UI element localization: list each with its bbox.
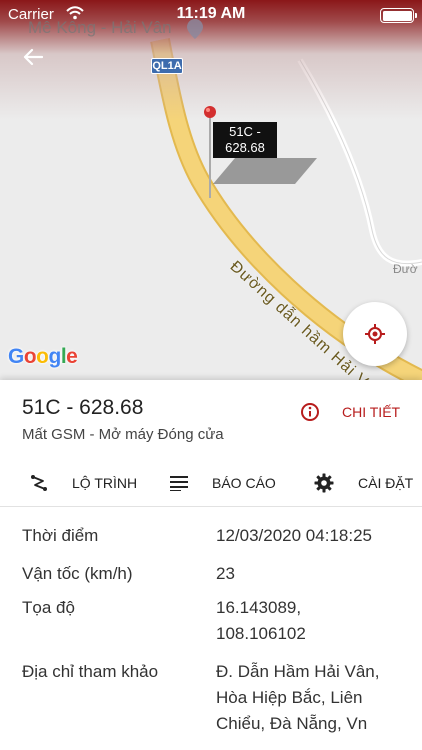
status-time: 11:19 AM [176,5,246,22]
info-circle-icon [301,403,319,421]
route-button[interactable]: LỘ TRÌNH [30,458,137,508]
gps-target-icon [365,324,385,344]
info-key: Địa chỉ tham khảo [22,662,159,681]
info-value: 12/03/2020 04:18:25 [216,526,372,545]
info-value: 23 [216,564,235,583]
report-button[interactable]: BÁO CÁO [170,458,276,508]
info-row-time: Thời điểm 12/03/2020 04:18:25 [0,526,422,564]
map-view[interactable]: Mê Kông - Hải Vân QL1A Đường dẫn hầm Hải… [0,0,422,380]
detail-button[interactable]: CHI TIẾT [300,400,400,424]
back-button[interactable] [18,42,48,72]
vehicle-plate: 51C - 628.68 [22,396,144,419]
highway-shield: QL1A [151,58,183,74]
info-key: Thời điểm [22,526,99,545]
info-key: Vận tốc (km/h) [22,564,133,583]
info-row-coordinates: Tọa độ 16.143089, 108.106102 [0,598,422,662]
info-row-address: Địa chỉ tham khảo Đ. Dẫn Hầm Hải Vân, Hò… [0,662,422,750]
info-table: Thời điểm 12/03/2020 04:18:25 Vận tốc (k… [0,526,422,750]
detail-button-label: CHI TIẾT [342,404,401,420]
vehicle-marker-flag[interactable]: 51C - 628.68 [213,122,277,158]
arrow-left-icon [23,48,43,66]
settings-button-label: CÀI ĐẶT [358,475,414,491]
gear-icon [314,473,334,493]
info-value: 16.143089, 108.106102 [216,598,306,643]
side-road-label: Đườ [393,262,418,276]
route-button-label: LỘ TRÌNH [72,475,138,491]
info-value: Đ. Dẫn Hầm Hải Vân, Hòa Hiệp Bắc, Liên C… [216,662,380,733]
vehicle-status: Mất GSM - Mở máy Đóng cửa [22,426,224,443]
info-key: Tọa độ [22,598,75,617]
vehicle-info-panel: 51C - 628.68 Mất GSM - Mở máy Đóng cửa C… [0,380,422,750]
divider [0,506,422,507]
info-row-speed: Vận tốc (km/h) 23 [0,564,422,598]
status-bar: Carrier 11:19 AM [0,0,422,30]
route-icon [31,475,47,491]
settings-button[interactable]: CÀI ĐẶT [314,458,413,508]
marker-plate-line1: 51C - [229,124,261,139]
marker-plate-line2: 628.68 [225,140,265,155]
battery-icon [380,8,417,23]
locate-button[interactable] [343,302,407,366]
google-logo: Google [8,345,78,368]
report-button-label: BÁO CÁO [212,475,276,491]
marker-shadow [213,158,317,184]
action-bar: LỘ TRÌNH BÁO CÁO CÀI ĐẶT [0,458,422,508]
list-icon [170,476,188,491]
